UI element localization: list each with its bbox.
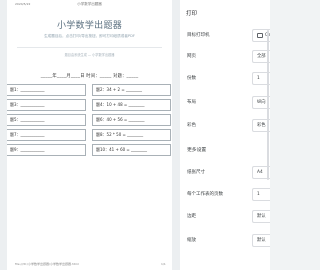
print-settings-panel: 打印 目标打印机 Ca 网页 全部 份数 1 布局 纵向 彩色 彩色 更多设置 … [180, 0, 270, 270]
document-title: 小学数学出题器 [56, 21, 123, 31]
question-cell: 题7：____________ [7, 129, 86, 141]
page-header-title: 小学数学出题器 [77, 2, 102, 6]
question-cell: 题9：____________ [7, 144, 86, 156]
printer-icon [257, 33, 263, 38]
question-cell: 题5：____________ [7, 114, 86, 126]
preview-page: 2024/5/22 小学数学出题器 小学数学出题器 生成题目后，点击打印/导出按… [7, 0, 172, 270]
margins-select[interactable]: 默认 [252, 210, 270, 223]
destination-row: 目标打印机 Ca [180, 29, 270, 43]
question-cell: 题10：41 + 60 = ________ [92, 144, 171, 156]
panel-title: 打印 [186, 11, 198, 17]
pages-row: 网页 全部 [180, 50, 270, 64]
question-row: 题7：____________ 题8：52 * 50 = ________ [7, 129, 172, 141]
question-row: 题1：____________ 题2：34 + 2 = ________ [7, 84, 172, 96]
question-cell: 题6：40 + 56 = ________ [92, 114, 171, 126]
question-cell: 题2：34 + 2 = ________ [92, 84, 171, 96]
question-row: 题3：____________ 题4：10 + 48 = ________ [7, 99, 172, 111]
layout-row: 布局 纵向 [180, 96, 270, 110]
scale-row: 缩放 默认 [180, 234, 270, 248]
copies-label: 份数 [187, 76, 196, 81]
divider [17, 47, 162, 48]
scale-select[interactable]: 默认 [252, 234, 270, 247]
question-row: 题5：____________ 题6：40 + 56 = ________ [7, 114, 172, 126]
footer-page-number: 1/1 [161, 262, 166, 266]
document-subtitle: 题目由系统生成 — 小学数学出题器 [64, 53, 115, 57]
panel-scrollbar[interactable] [267, 30, 269, 180]
layout-label: 布局 [187, 100, 196, 105]
question-cell: 题8：52 * 50 = ________ [92, 129, 171, 141]
more-settings-toggle[interactable]: 更多设置 [187, 146, 206, 153]
document-slogan: 生成题目后，点击打印/导出按钮，即可打印纸质或者PDF [44, 34, 135, 38]
print-preview-area: 2024/5/22 小学数学出题器 小学数学出题器 生成题目后，点击打印/导出按… [0, 0, 180, 270]
date-time-score-line: _____年____月____日 时间：_____ 对题：_____ [40, 74, 139, 79]
color-label: 彩色 [187, 123, 196, 128]
copies-row: 份数 1 [180, 72, 270, 86]
question-row: 题9：____________ 题10：41 + 60 = ________ [7, 144, 172, 156]
question-cell: 题4：10 + 48 = ________ [92, 99, 171, 111]
color-row: 彩色 彩色 [180, 119, 270, 133]
pages-label: 网页 [187, 54, 196, 59]
question-cell: 题1：____________ [7, 84, 86, 96]
margins-label: 边距 [187, 214, 196, 219]
scale-label: 缩放 [187, 238, 196, 243]
footer-url: file:///D:/小学数学出题器/小学数学出题器.html [15, 262, 79, 266]
paper-size-label: 纸张尺寸 [187, 170, 205, 175]
question-cell: 题3：____________ [7, 99, 86, 111]
paper-size-row: 纸张尺寸 A4 [180, 166, 270, 180]
margins-row: 边距 默认 [180, 210, 270, 224]
pages-per-sheet-select[interactable]: 1 [252, 188, 270, 201]
destination-label: 目标打印机 [187, 33, 210, 38]
pages-per-sheet-row: 每个工作表的页数 1 [180, 188, 270, 202]
pages-per-sheet-label: 每个工作表的页数 [187, 192, 223, 197]
